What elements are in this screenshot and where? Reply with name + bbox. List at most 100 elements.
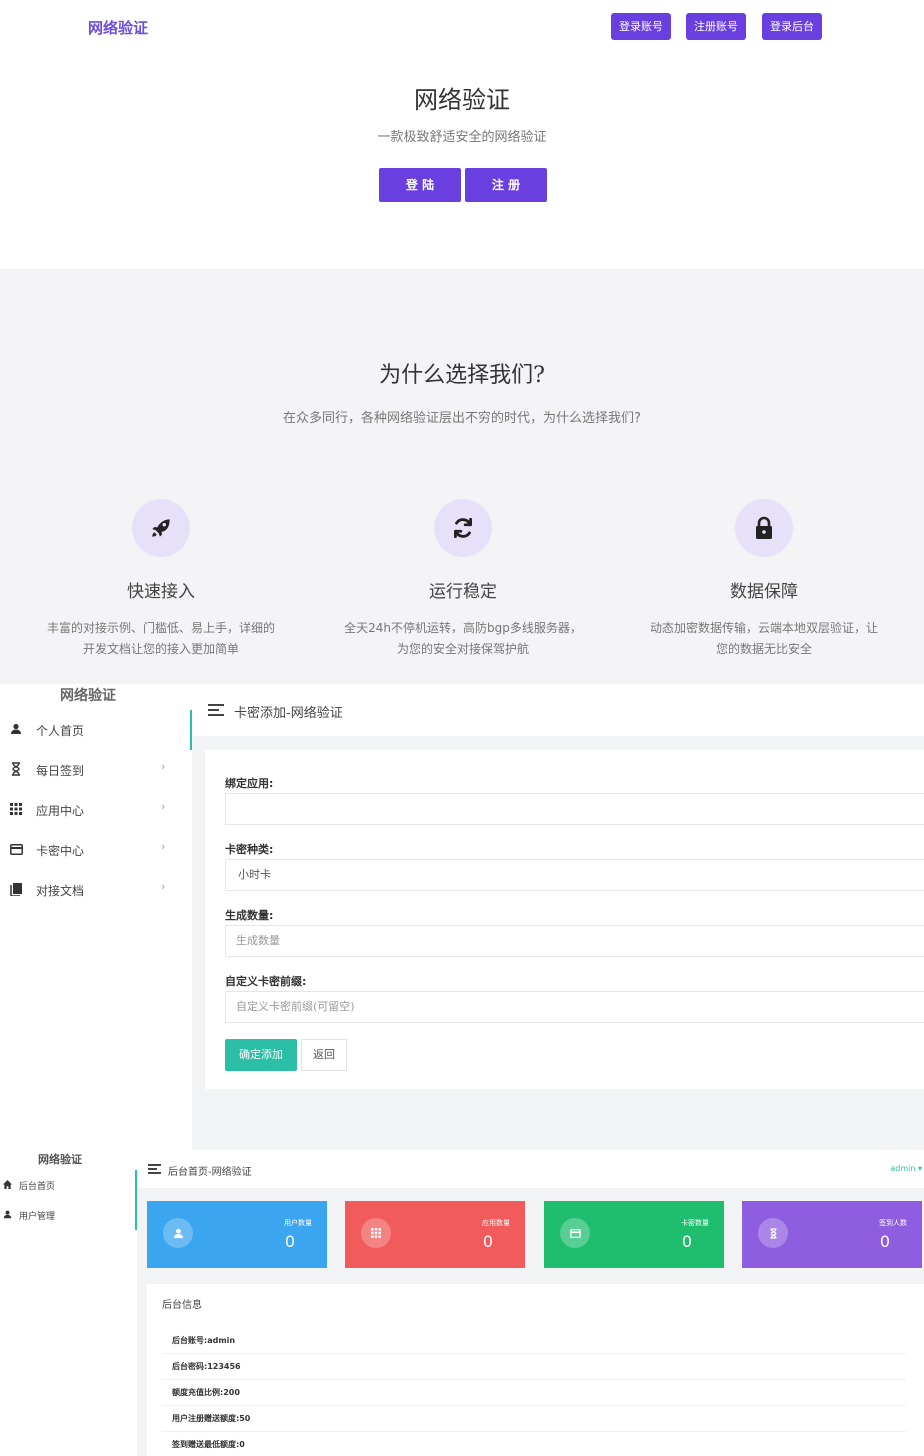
stat-value: 0 <box>482 1232 494 1251</box>
chevron-right-icon: › <box>161 880 166 893</box>
stat-label: 应用数量 <box>482 1219 510 1227</box>
bind-app-label: 绑定应用: <box>225 777 274 790</box>
dashboard-admin: 网络验证 后台首页 用户管理 后台首页-网络验证 admin ▾ 用户数量 0 … <box>0 1150 924 1456</box>
sidebar-item-label: 每日签到 <box>36 764 85 778</box>
sidebar-item-label: 个人首页 <box>36 724 85 738</box>
feature-desc-line: 丰富的对接示例、门槛低、易上手，详细的 <box>46 621 275 635</box>
sidebar: 网络验证 个人首页 每日签到 › 应用中心 › 卡密中心 › 对接文档 › <box>0 684 192 1150</box>
feature-description: 全天24h不停机运转，高防bgp多线服务器， 为您的安全对接保驾护航 <box>323 618 603 660</box>
feature-description: 丰富的对接示例、门槛低、易上手，详细的 开发文档让您的接入更加简单 <box>21 618 301 660</box>
hero-title: 网络验证 <box>414 86 510 114</box>
count-label: 生成数量: <box>225 909 274 922</box>
breadcrumb: 后台首页-网络验证 <box>168 1167 252 1178</box>
why-title: 为什么选择我们? <box>379 363 545 388</box>
sidebar-item-apps[interactable]: 应用中心 › <box>0 790 192 830</box>
card-icon <box>9 842 23 856</box>
stat-value: 0 <box>681 1232 693 1251</box>
lock-icon <box>735 499 793 557</box>
user-icon <box>163 1218 193 1248</box>
sidebar-logo[interactable]: 网络验证 <box>38 1151 82 1167</box>
rocket-icon <box>132 499 190 557</box>
card-add-admin: 网络验证 个人首页 每日签到 › 应用中心 › 卡密中心 › 对接文档 › 卡密… <box>0 684 924 1150</box>
card-type-label: 卡密种类: <box>225 843 274 856</box>
stat-card-cards: 卡密数量 0 <box>544 1201 724 1268</box>
register-button[interactable]: 注 册 <box>465 168 547 202</box>
back-button[interactable]: 返回 <box>301 1039 347 1071</box>
feature-desc-line: 为您的安全对接保驾护航 <box>396 642 529 656</box>
feature-description: 动态加密数据传输，云端本地双层验证，让 您的数据无比安全 <box>624 618 904 660</box>
admin-info-panel: 后台信息 后台账号:admin 后台密码:123456 额度充值比例:200 用… <box>147 1284 924 1456</box>
refresh-icon <box>434 499 492 557</box>
panel-title: 后台信息 <box>162 1300 202 1311</box>
sidebar-item-label: 用户管理 <box>19 1212 56 1222</box>
feature-title: 数据保障 <box>730 582 798 602</box>
sidebar-item-label: 对接文档 <box>36 884 85 898</box>
count-input[interactable]: 生成数量 <box>225 925 924 957</box>
hourglass-icon <box>9 762 23 776</box>
grid-icon <box>361 1218 391 1248</box>
sidebar-item-home[interactable]: 个人首页 <box>0 710 192 750</box>
stat-card-apps: 应用数量 0 <box>345 1201 525 1268</box>
book-icon <box>9 882 23 896</box>
confirm-add-button[interactable]: 确定添加 <box>225 1039 297 1071</box>
chevron-right-icon: › <box>161 760 166 773</box>
features-section: 为什么选择我们? 在众多同行，各种网络验证层出不穷的时代，为什么选择我们? 快速… <box>0 269 924 684</box>
stat-card-users: 用户数量 0 <box>147 1201 327 1268</box>
admin-login-button[interactable]: 登录后台 <box>762 13 822 40</box>
sidebar-item-label: 后台首页 <box>19 1182 56 1192</box>
bind-app-select[interactable] <box>225 793 924 825</box>
user-icon <box>9 722 23 736</box>
sidebar: 网络验证 后台首页 用户管理 <box>0 1150 137 1456</box>
chevron-right-icon: › <box>161 800 166 813</box>
card-type-select[interactable]: 小时卡 <box>225 859 924 891</box>
card-add-form: 绑定应用: 卡密种类: 小时卡 生成数量: 生成数量 自定义卡密前缀: 自定义卡… <box>205 750 924 1089</box>
feature-desc-line: 全天24h不停机运转，高防bgp多线服务器， <box>344 621 582 635</box>
sidebar-item-docs[interactable]: 对接文档 › <box>0 870 192 910</box>
why-subtitle: 在众多同行，各种网络验证层出不穷的时代，为什么选择我们? <box>283 411 641 426</box>
feature-data-security: 数据保障 动态加密数据传输，云端本地双层验证，让 您的数据无比安全 <box>624 499 904 660</box>
grid-icon <box>9 802 23 816</box>
chevron-right-icon: › <box>161 840 166 853</box>
sidebar-item-cards[interactable]: 卡密中心 › <box>0 830 192 870</box>
register-account-button[interactable]: 注册账号 <box>686 13 746 40</box>
info-row: 后台账号:admin <box>162 1328 906 1354</box>
sidebar-item-label: 应用中心 <box>36 804 85 818</box>
feature-title: 快速接入 <box>127 582 195 602</box>
topbar: 后台首页-网络验证 admin ▾ <box>137 1150 924 1188</box>
stat-label: 用户数量 <box>284 1219 312 1227</box>
menu-toggle-icon[interactable] <box>148 1164 161 1174</box>
sidebar-item-dashboard[interactable]: 后台首页 <box>0 1170 137 1200</box>
user-icon <box>2 1209 12 1219</box>
sidebar-item-checkin[interactable]: 每日签到 › <box>0 750 192 790</box>
sidebar-item-users[interactable]: 用户管理 <box>0 1200 137 1230</box>
menu-toggle-icon[interactable] <box>208 704 224 716</box>
info-row: 额度充值比例:200 <box>162 1380 906 1406</box>
prefix-label: 自定义卡密前缀: <box>225 975 307 988</box>
feature-stable: 运行稳定 全天24h不停机运转，高防bgp多线服务器， 为您的安全对接保驾护航 <box>323 499 603 660</box>
info-row: 用户注册赠送额度:50 <box>162 1406 906 1432</box>
stat-label: 签到人数 <box>879 1219 907 1227</box>
login-account-button[interactable]: 登录账号 <box>611 13 671 40</box>
stat-card-checkins: 签到人数 0 <box>742 1201 922 1268</box>
brand-logo[interactable]: 网络验证 <box>88 17 148 38</box>
stat-value: 0 <box>879 1232 891 1251</box>
feature-title: 运行稳定 <box>429 582 497 602</box>
feature-fast-access: 快速接入 丰富的对接示例、门槛低、易上手，详细的 开发文档让您的接入更加简单 <box>21 499 301 660</box>
login-button[interactable]: 登 陆 <box>379 168 461 202</box>
card-icon <box>560 1218 590 1248</box>
feature-desc-line: 您的数据无比安全 <box>715 642 812 656</box>
user-menu[interactable]: admin ▾ <box>890 1164 922 1173</box>
sidebar-logo[interactable]: 网络验证 <box>60 685 116 705</box>
prefix-input[interactable]: 自定义卡密前缀(可留空) <box>225 991 924 1023</box>
info-row: 签到赠送最低额度:0 <box>162 1432 906 1456</box>
info-row: 后台密码:123456 <box>162 1354 906 1380</box>
stat-value: 0 <box>284 1232 296 1251</box>
home-icon <box>2 1179 12 1189</box>
sidebar-item-label: 卡密中心 <box>36 844 85 858</box>
topbar: 卡密添加-网络验证 <box>192 684 924 736</box>
hero-subtitle: 一款极致舒适安全的网络验证 <box>377 130 547 145</box>
hourglass-icon <box>758 1218 788 1248</box>
feature-desc-line: 开发文档让您的接入更加简单 <box>82 642 239 656</box>
feature-desc-line: 动态加密数据传输，云端本地双层验证，让 <box>649 621 878 635</box>
top-navbar: 网络验证 登录账号 注册账号 登录后台 <box>0 0 924 54</box>
